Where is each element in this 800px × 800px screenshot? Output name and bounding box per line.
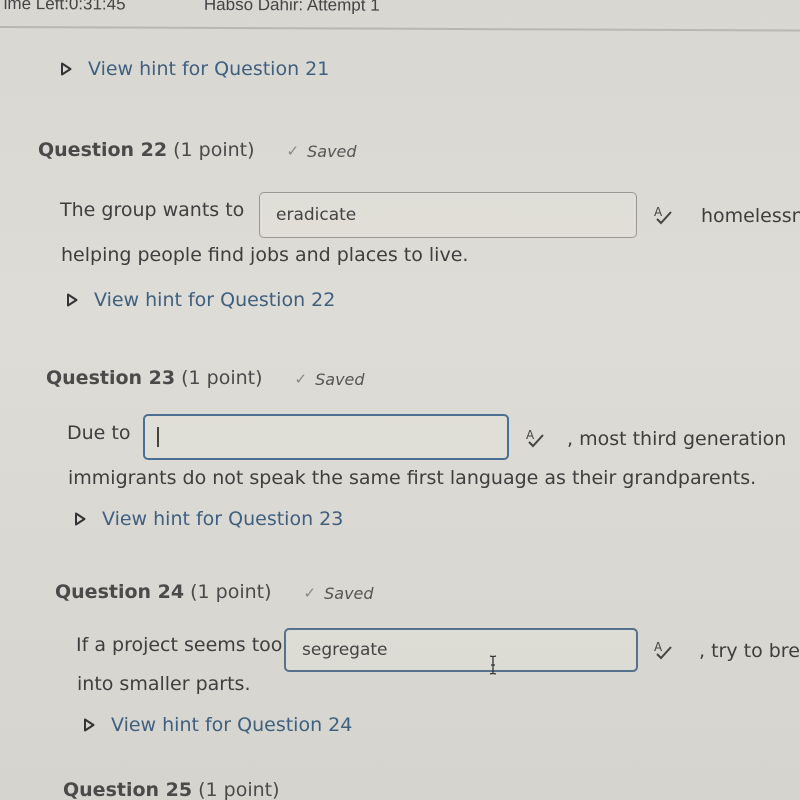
- question-header-25: Question 25 (1 point): [63, 779, 280, 800]
- spellcheck-icon[interactable]: A: [652, 205, 674, 227]
- question-header-22: Question 22 (1 point) ✓ Saved: [38, 139, 357, 161]
- answer-value: segregate: [302, 640, 388, 660]
- checkmark-icon: ✓: [294, 370, 308, 388]
- question-header-24: Question 24 (1 point) ✓ Saved: [55, 581, 374, 603]
- checkmark-icon: ✓: [303, 584, 317, 602]
- saved-label: Saved: [307, 141, 357, 161]
- question-text-before: Due to: [67, 422, 131, 444]
- question-title: Question 25: [63, 779, 193, 800]
- question-text-before: The group wants to: [60, 199, 245, 221]
- question-text-after: homelessness: [701, 205, 800, 227]
- answer-input-q22[interactable]: eradicate: [259, 192, 637, 238]
- saved-status: ✓ Saved: [287, 142, 357, 161]
- answer-input-q24[interactable]: segregate: [284, 628, 638, 672]
- question-title: Question 23: [46, 367, 176, 389]
- hint-toggle-q24[interactable]: View hint for Question 24: [83, 714, 352, 736]
- question-text-line2: into smaller parts.: [77, 673, 251, 695]
- hint-link-q23[interactable]: View hint for Question 23: [102, 508, 343, 530]
- question-text-line2: immigrants do not speak the same first l…: [68, 467, 757, 489]
- question-title: Question 22: [38, 139, 168, 161]
- checkmark-icon: ✓: [286, 142, 300, 160]
- spellcheck-icon[interactable]: A: [524, 428, 546, 450]
- attempt-label: Habso Dahir: Attempt 1: [203, 0, 380, 15]
- hint-toggle-q22[interactable]: View hint for Question 22: [66, 289, 335, 311]
- question-header-23: Question 23 (1 point) ✓ Saved: [46, 367, 365, 389]
- saved-status: ✓ Saved: [295, 370, 365, 389]
- hint-link-q24[interactable]: View hint for Question 24: [111, 714, 352, 736]
- question-text-after: , most third generation: [567, 428, 787, 450]
- hint-link-q21[interactable]: View hint for Question 21: [88, 58, 329, 80]
- triangle-right-icon: [61, 62, 72, 76]
- saved-label: Saved: [324, 583, 374, 603]
- svg-text:A: A: [654, 640, 663, 654]
- hint-link-q22[interactable]: View hint for Question 22: [94, 289, 335, 311]
- saved-label: Saved: [315, 369, 365, 389]
- spellcheck-icon[interactable]: A: [652, 640, 674, 662]
- question-title: Question 24: [55, 581, 185, 603]
- hint-toggle-q23[interactable]: View hint for Question 23: [74, 508, 343, 530]
- question-points: (1 point): [198, 779, 280, 800]
- triangle-right-icon: [84, 718, 95, 732]
- saved-status: ✓ Saved: [304, 584, 374, 603]
- svg-text:A: A: [526, 428, 535, 442]
- question-text-line2: helping people find jobs and places to l…: [61, 244, 469, 266]
- quiz-page: Time Left:0:31:45 Habso Dahir: Attempt 1…: [0, 0, 800, 800]
- time-left: Time Left:0:31:45: [0, 0, 126, 14]
- text-caret: [157, 427, 159, 447]
- question-points: (1 point): [190, 581, 272, 603]
- answer-input-q23[interactable]: [143, 414, 509, 460]
- triangle-right-icon: [75, 512, 86, 526]
- quiz-header-bar: Time Left:0:31:45 Habso Dahir: Attempt 1: [0, 0, 800, 32]
- question-points: (1 point): [181, 367, 263, 389]
- question-points: (1 point): [173, 139, 255, 161]
- answer-value: eradicate: [276, 205, 357, 225]
- text-cursor-ibeam-icon: [489, 655, 497, 675]
- hint-toggle-q21[interactable]: View hint for Question 21: [60, 58, 329, 80]
- svg-text:A: A: [654, 205, 663, 219]
- triangle-right-icon: [67, 293, 78, 307]
- question-text-before: If a project seems too: [76, 634, 283, 656]
- question-text-after: , try to break it: [699, 640, 800, 662]
